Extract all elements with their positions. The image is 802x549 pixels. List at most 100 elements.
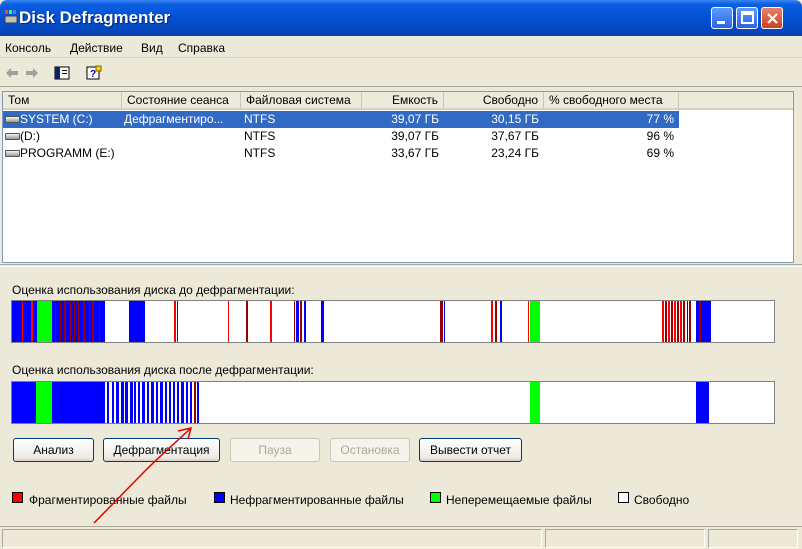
column-header-percent-free[interactable]: % свободного места — [544, 92, 679, 110]
cluster-segment — [699, 301, 701, 342]
cluster-segment — [71, 301, 74, 342]
cluster-segment — [112, 382, 114, 423]
volume-capacity: 33,67 ГБ — [391, 146, 439, 160]
cluster-segment — [177, 382, 179, 423]
cluster-segment — [701, 301, 711, 342]
status-bar — [0, 526, 802, 549]
volume-fs: NTFS — [244, 112, 276, 126]
cluster-segment — [246, 301, 248, 342]
cluster-segment — [37, 301, 52, 342]
cluster-segment — [75, 301, 78, 342]
volume-capacity: 39,07 ГБ — [391, 112, 439, 126]
cluster-segment — [677, 301, 679, 342]
cluster-segment — [228, 301, 229, 342]
cluster-segment — [294, 301, 295, 342]
cluster-segment — [528, 301, 529, 342]
cluster-segment — [156, 382, 158, 423]
menu-action[interactable]: Действие — [70, 41, 123, 55]
cluster-segment — [121, 382, 124, 423]
volume-row-c[interactable]: SYSTEM (C:) Дефрагментиро... NTFS 39,07 … — [3, 111, 679, 128]
cluster-segment — [530, 382, 540, 423]
legend-swatch-contiguous — [214, 492, 225, 503]
hard-drive-icon — [5, 116, 20, 123]
legend-fragmented: Фрагментированные файлы — [29, 493, 187, 507]
menu-bar: Консоль Действие Вид Справка — [0, 37, 802, 58]
close-button[interactable] — [761, 7, 783, 29]
cluster-segment — [662, 301, 664, 342]
cluster-segment — [52, 382, 105, 423]
cluster-segment — [79, 301, 83, 342]
cluster-segment — [130, 382, 133, 423]
volume-percent-free: 96 % — [646, 129, 674, 143]
maximize-icon — [741, 11, 754, 24]
cluster-segment — [107, 382, 109, 423]
cluster-segment — [61, 301, 64, 342]
pause-button[interactable]: Пауза — [230, 438, 320, 462]
column-header-session-status[interactable]: Состояние сеанса — [122, 92, 241, 110]
cluster-segment — [99, 301, 100, 342]
cluster-segment — [129, 301, 145, 342]
maximize-button[interactable] — [736, 7, 758, 29]
cluster-segment — [300, 301, 302, 342]
cluster-segment — [186, 382, 188, 423]
cluster-segment — [138, 382, 140, 423]
title-bar[interactable]: Disk Defragmenter — [0, 0, 802, 36]
menu-console[interactable]: Консоль — [5, 41, 51, 55]
show-hide-console-tree-icon[interactable] — [53, 64, 71, 82]
column-header-free-space[interactable]: Свободно — [444, 92, 544, 110]
legend-free: Свободно — [634, 493, 690, 507]
close-icon — [767, 13, 778, 24]
view-report-button[interactable]: Вывести отчет — [419, 438, 522, 462]
volume-name: PROGRAMM (E:) — [20, 146, 115, 160]
volume-fs: NTFS — [244, 129, 276, 143]
cluster-segment — [165, 382, 167, 423]
forward-arrow-icon[interactable] — [23, 64, 41, 82]
menu-help[interactable]: Справка — [178, 41, 225, 55]
cluster-segment — [33, 301, 37, 342]
column-header-capacity[interactable]: Емкость — [362, 92, 444, 110]
legend-swatch-unmovable — [430, 492, 441, 503]
after-defrag-label: Оценка использования диска после дефрагм… — [12, 363, 314, 377]
cluster-segment — [304, 301, 306, 342]
cluster-segment — [78, 301, 79, 342]
defragment-button[interactable]: Дефрагментация — [103, 438, 220, 462]
volume-name: SYSTEM (C:) — [20, 112, 93, 126]
volume-row-d[interactable]: (D:) NTFS 39,07 ГБ 37,67 ГБ 96 % — [3, 128, 679, 145]
cluster-segment — [169, 382, 171, 423]
cluster-segment — [160, 382, 163, 423]
stop-button[interactable]: Остановка — [330, 438, 410, 462]
cluster-segment — [12, 382, 36, 423]
column-header-volume[interactable]: Том — [3, 92, 122, 110]
cluster-segment — [52, 301, 55, 342]
cluster-segment — [85, 301, 89, 342]
cluster-segment — [90, 301, 92, 342]
cluster-segment — [321, 301, 324, 342]
menu-view[interactable]: Вид — [141, 41, 163, 55]
hard-drive-icon — [5, 150, 20, 157]
cluster-segment — [174, 301, 176, 342]
status-pane-main — [2, 529, 542, 548]
cluster-segment — [125, 382, 128, 423]
toolbar: ? — [0, 59, 802, 87]
cluster-segment — [100, 301, 105, 342]
volume-list[interactable]: Том Состояние сеанса Файловая система Ем… — [2, 91, 794, 263]
cluster-segment — [23, 301, 31, 342]
volume-status: Дефрагментиро... — [124, 112, 224, 126]
column-header-file-system[interactable]: Файловая система — [241, 92, 362, 110]
minimize-button[interactable] — [711, 7, 733, 29]
help-icon[interactable]: ? — [85, 64, 103, 82]
cluster-segment — [134, 382, 136, 423]
cluster-segment — [197, 382, 199, 423]
hard-drive-icon — [5, 133, 20, 140]
volume-percent-free: 77 % — [646, 112, 674, 126]
cluster-segment — [190, 382, 192, 423]
column-header-filler — [679, 92, 793, 110]
volume-fs: NTFS — [244, 146, 276, 160]
volume-row-e[interactable]: PROGRAMM (E:) NTFS 33,67 ГБ 23,24 ГБ 69 … — [3, 145, 679, 162]
before-defrag-map — [11, 300, 775, 343]
back-arrow-icon[interactable] — [3, 64, 21, 82]
analyze-button[interactable]: Анализ — [13, 438, 94, 462]
cluster-segment — [56, 301, 60, 342]
volume-free: 30,15 ГБ — [491, 112, 539, 126]
volume-percent-free: 69 % — [646, 146, 674, 160]
